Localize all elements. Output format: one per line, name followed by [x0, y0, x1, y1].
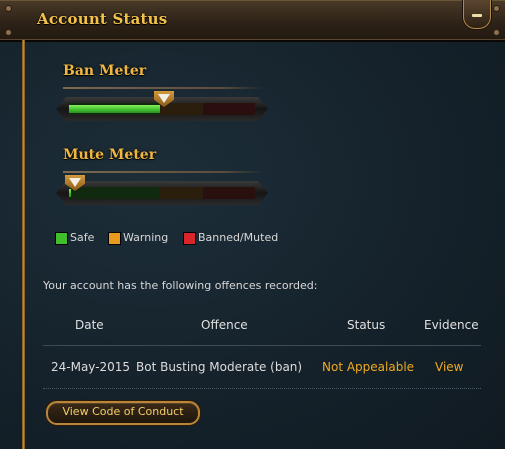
rivet-icon	[494, 6, 499, 11]
panel-header: Account Status	[0, 0, 505, 42]
rivet-icon	[6, 6, 11, 11]
panel-title: Account Status	[37, 10, 168, 28]
warning-swatch	[108, 232, 121, 245]
column-header-offence: Offence	[201, 318, 248, 332]
row-divider	[43, 388, 481, 389]
mute-meter-title: Mute Meter	[63, 147, 157, 163]
rivet-icon	[6, 30, 11, 35]
divider	[63, 87, 263, 89]
ban-meter	[56, 91, 268, 121]
ban-meter-fill	[69, 105, 160, 113]
view-code-of-conduct-button[interactable]: View Code of Conduct	[46, 401, 200, 425]
offence-name: Bot Busting Moderate (ban)	[136, 360, 303, 374]
column-header-evidence: Evidence	[424, 318, 479, 332]
offence-date: 24-May-2015	[51, 360, 131, 374]
collapse-button[interactable]	[463, 0, 491, 29]
view-evidence-link[interactable]: View	[435, 360, 463, 374]
ban-meter-marker-icon	[154, 91, 174, 107]
banned-swatch	[183, 232, 196, 245]
conduct-button-label: View Code of Conduct	[62, 405, 184, 418]
offences-intro: Your account has the following offences …	[43, 279, 318, 292]
mute-meter-marker-icon	[65, 175, 85, 191]
offence-status: Not Appealable	[322, 360, 415, 374]
mute-meter	[56, 175, 268, 205]
safe-swatch	[55, 232, 68, 245]
account-status-panel: Account Status Ban Meter Mute Meter Safe…	[0, 0, 505, 449]
column-header-status: Status	[347, 318, 386, 332]
left-rail	[22, 40, 25, 449]
minus-icon	[472, 14, 482, 17]
divider	[63, 171, 263, 173]
column-header-date: Date	[75, 318, 104, 332]
table-divider	[43, 345, 481, 346]
ban-meter-title: Ban Meter	[63, 63, 147, 79]
rivet-icon	[494, 30, 499, 35]
